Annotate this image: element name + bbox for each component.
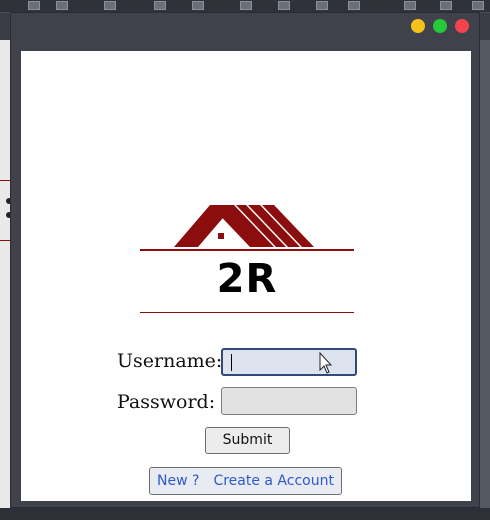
background-bottom-bar <box>0 508 490 520</box>
background-tool-icon <box>28 1 40 10</box>
create-account-label: Create a Account <box>213 473 334 489</box>
background-tool-icon <box>192 1 204 10</box>
background-tool-icon <box>154 1 166 10</box>
create-account-button[interactable]: New ? Create a Account <box>149 467 342 495</box>
background-tool-icon <box>440 1 452 10</box>
background-tool-icon <box>278 1 290 10</box>
logo-divider-top <box>140 249 354 251</box>
background-tool-icon <box>56 1 68 10</box>
brand-logo: 2R <box>140 201 354 315</box>
background-tool-icon <box>240 1 252 10</box>
password-label: Password: <box>117 391 216 413</box>
minimize-button[interactable] <box>411 19 425 33</box>
background-tool-icon <box>316 1 328 10</box>
password-input[interactable] <box>221 387 357 415</box>
background-tool-icon <box>104 1 116 10</box>
maximize-button[interactable] <box>433 19 447 33</box>
logo-divider-bottom <box>140 312 354 313</box>
username-label: Username: <box>117 350 223 372</box>
brand-logo-text: 2R <box>216 256 278 302</box>
new-prompt-label: New ? <box>157 473 200 489</box>
house-roof-icon <box>174 205 314 247</box>
login-window: 2R Username: Password: Submit New ? Creat… <box>10 12 480 508</box>
background-tool-icon <box>348 1 360 10</box>
submit-button[interactable]: Submit <box>205 427 290 454</box>
login-panel: 2R Username: Password: Submit New ? Creat… <box>21 51 471 501</box>
close-button[interactable] <box>455 19 469 33</box>
window-titlebar[interactable] <box>11 13 479 49</box>
background-tool-icon <box>404 1 416 10</box>
text-caret <box>231 354 232 371</box>
username-input[interactable] <box>221 348 357 376</box>
background-tool-icon <box>472 1 484 10</box>
mouse-pointer-icon <box>319 352 333 374</box>
